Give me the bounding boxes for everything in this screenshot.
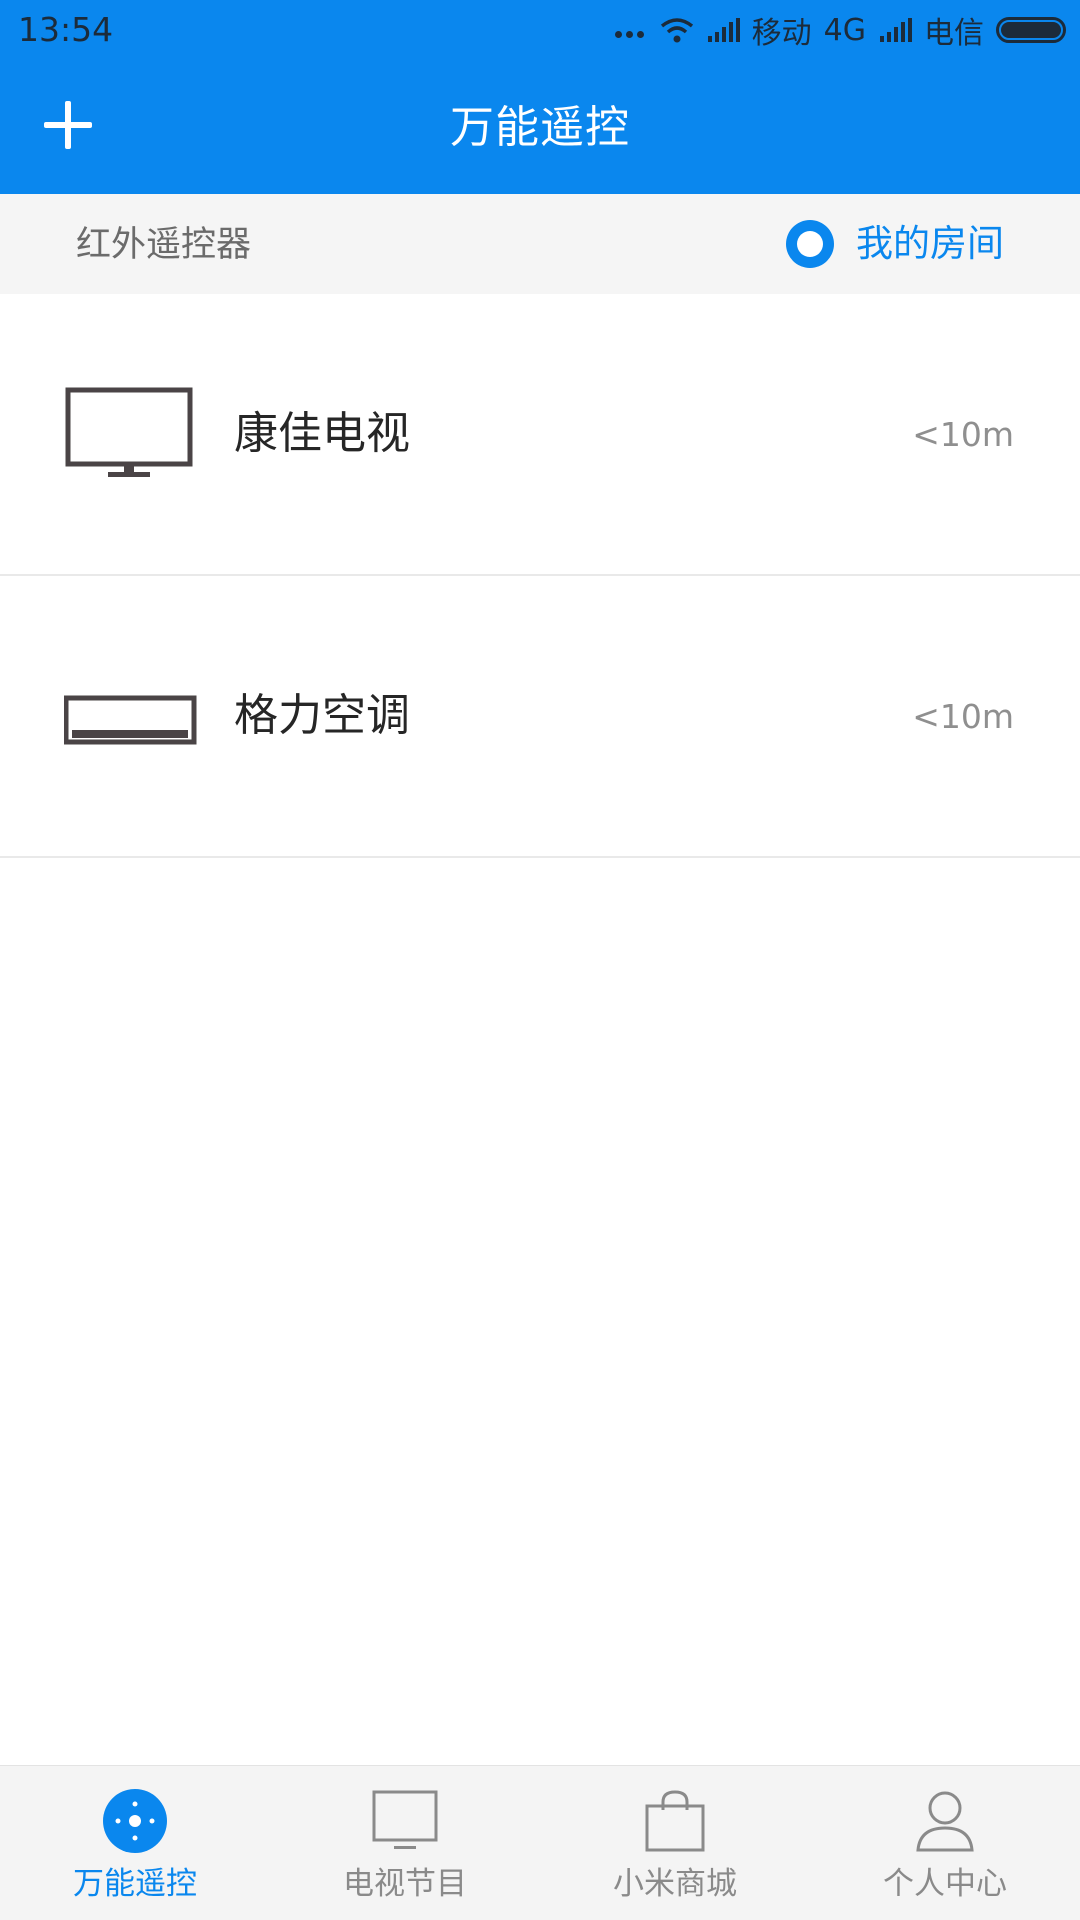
network-type-label: 4G — [823, 12, 866, 48]
remote-icon — [100, 1786, 170, 1856]
tv-program-icon — [370, 1786, 440, 1856]
carrier1-label: 移动 — [751, 16, 812, 51]
page-title: 万能遥控 — [450, 102, 630, 153]
status-icons: 移动 4G 电信 — [603, 10, 1066, 51]
person-icon — [910, 1786, 980, 1856]
nav-item-mi-store[interactable]: 小米商城 — [540, 1766, 810, 1920]
device-name: 康佳电视 — [234, 408, 410, 459]
battery-icon — [996, 17, 1066, 43]
device-distance: <10m — [912, 697, 1014, 736]
nav-item-remote[interactable]: 万能遥控 — [0, 1766, 270, 1920]
shopping-bag-icon — [640, 1786, 710, 1856]
nav-label: 个人中心 — [883, 1866, 1007, 1902]
room-label: 我的房间 — [856, 222, 1004, 265]
device-list: 康佳电视 <10m 格力空调 <10m — [0, 294, 1080, 858]
wifi-icon — [660, 18, 693, 43]
room-ring-icon — [786, 220, 834, 268]
signal-icon — [880, 18, 912, 42]
status-bar: 13:54 移动 4G 电信 — [0, 0, 1080, 61]
tv-icon — [65, 387, 193, 477]
device-row-tv[interactable]: 康佳电视 <10m — [0, 294, 1080, 576]
air-conditioner-icon — [64, 695, 197, 745]
device-distance: <10m — [912, 415, 1014, 454]
section-title: 红外遥控器 — [76, 225, 252, 265]
nav-label: 小米商城 — [613, 1866, 737, 1902]
my-room-button[interactable]: 我的房间 — [786, 220, 1004, 268]
status-time: 13:54 — [18, 10, 114, 49]
device-row-ac[interactable]: 格力空调 <10m — [0, 576, 1080, 858]
nav-label: 万能遥控 — [73, 1866, 197, 1902]
more-dots-icon — [614, 22, 648, 38]
signal-icon — [707, 18, 740, 42]
app-bar: 万能遥控 — [0, 61, 1080, 194]
carrier2-label: 电信 — [924, 16, 984, 51]
nav-item-profile[interactable]: 个人中心 — [810, 1766, 1080, 1920]
section-header: 红外遥控器 我的房间 — [0, 194, 1080, 294]
bottom-nav: 万能遥控 电视节目 小米商城 个人中心 — [0, 1765, 1080, 1920]
device-name: 格力空调 — [234, 690, 410, 741]
nav-label: 电视节目 — [343, 1866, 467, 1902]
nav-item-tv-program[interactable]: 电视节目 — [270, 1766, 540, 1920]
